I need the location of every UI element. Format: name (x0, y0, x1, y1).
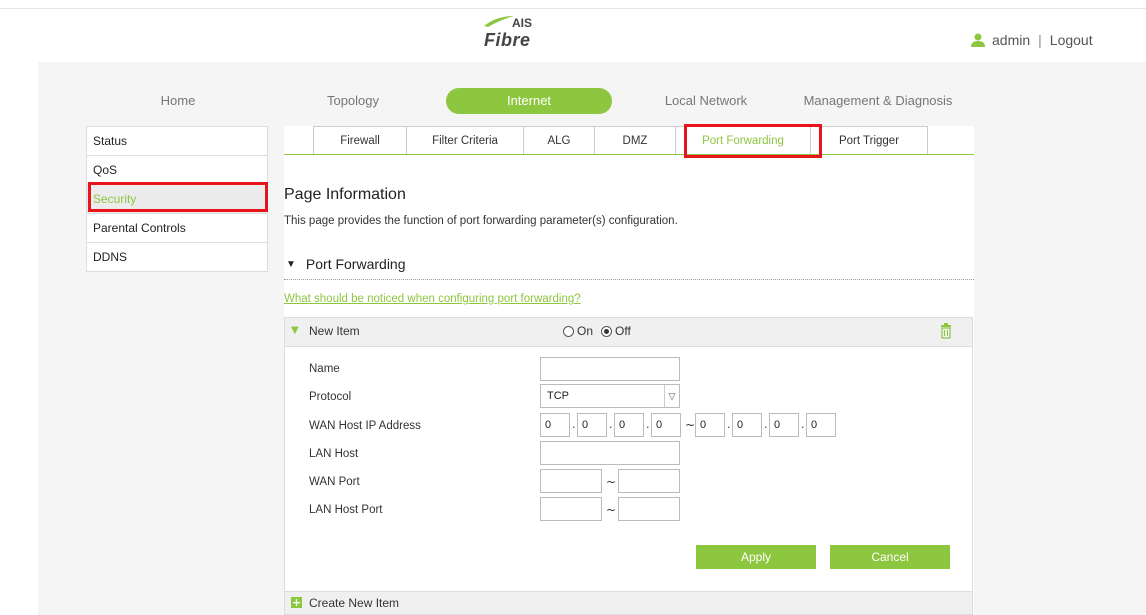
item-header: ▼ New Item On Off (285, 318, 972, 347)
range-separator: ~ (606, 503, 617, 517)
ip-dot: . (727, 418, 731, 431)
ip-dot: . (646, 418, 650, 431)
wan-port-end-input[interactable] (618, 469, 680, 493)
top-divider (0, 8, 1146, 9)
nav-topology[interactable]: Topology (293, 88, 413, 114)
user-separator: | (1038, 32, 1042, 48)
nav-home[interactable]: Home (118, 88, 238, 114)
lan-host-port-label: LAN Host Port (309, 504, 383, 516)
name-input[interactable] (540, 357, 680, 381)
range-separator: ~ (606, 475, 617, 489)
lan-host-label: LAN Host (309, 448, 359, 460)
ip-dot: . (572, 418, 576, 431)
tab-port-trigger[interactable]: Port Trigger (811, 126, 928, 155)
subtab-bar: Firewall Filter Criteria ALG DMZ Port Fo… (313, 126, 928, 155)
nav-internet[interactable]: Internet (446, 88, 612, 114)
logo-swoosh-icon (484, 16, 514, 27)
wan-ip-label: WAN Host IP Address (309, 420, 421, 432)
section-header[interactable]: ▼ Port Forwarding (286, 256, 406, 272)
page-title: Page Information (284, 186, 406, 203)
logout-link[interactable]: Logout (1050, 32, 1093, 48)
sidebar-item-qos[interactable]: QoS (86, 156, 268, 185)
item-title: New Item (309, 324, 360, 338)
notice-link[interactable]: What should be noticed when configuring … (284, 293, 581, 305)
radio-off-label: Off (615, 324, 631, 338)
range-separator: ~ (685, 418, 696, 432)
user-icon (971, 33, 985, 47)
radio-on-label: On (577, 324, 594, 338)
page-description: This page provides the function of port … (284, 215, 678, 227)
section-divider (284, 279, 974, 280)
wan-port-label: WAN Port (309, 476, 360, 488)
expand-triangle-icon[interactable]: ▼ (291, 325, 299, 336)
nav-local-network[interactable]: Local Network (646, 88, 766, 114)
plus-icon: + (291, 596, 302, 609)
cancel-button[interactable]: Cancel (830, 545, 950, 569)
lan-port-start-input[interactable] (540, 497, 602, 521)
logo-fibre-text: Fibre (484, 30, 531, 50)
wan-ip-end-octet-2[interactable]: 0 (732, 413, 762, 437)
wan-ip-end-octet-3[interactable]: 0 (769, 413, 799, 437)
ip-dot: . (609, 418, 613, 431)
tab-alg[interactable]: ALG (524, 126, 595, 155)
port-forwarding-highlight-box (684, 124, 822, 158)
wan-ip-start-octet-1[interactable]: 0 (540, 413, 570, 437)
wan-ip-end-octet-4[interactable]: 0 (806, 413, 836, 437)
tab-filter-criteria[interactable]: Filter Criteria (407, 126, 524, 155)
protocol-select[interactable]: TCP ▽ (540, 384, 680, 408)
wan-ip-end-octet-1[interactable]: 0 (695, 413, 725, 437)
ip-dot: . (764, 418, 768, 431)
protocol-value: TCP (547, 390, 569, 402)
sidebar-item-parental-controls[interactable]: Parental Controls (86, 214, 268, 243)
tab-firewall[interactable]: Firewall (313, 126, 407, 155)
nav-management-diagnosis[interactable]: Management & Diagnosis (793, 88, 963, 114)
wan-ip-start-octet-4[interactable]: 0 (651, 413, 681, 437)
port-forwarding-item: ▼ New Item On Off Name Protocol TCP ▽ WA… (284, 317, 973, 592)
protocol-label: Protocol (309, 391, 352, 403)
wan-ip-start-octet-2[interactable]: 0 (577, 413, 607, 437)
sidebar-item-status[interactable]: Status (86, 126, 268, 156)
tab-dmz[interactable]: DMZ (595, 126, 676, 155)
radio-on[interactable] (563, 325, 574, 337)
user-area: admin | Logout (970, 32, 1093, 48)
name-label: Name (309, 363, 340, 375)
security-highlight-box (88, 182, 268, 212)
apply-button[interactable]: Apply (696, 545, 816, 569)
ip-dot: . (801, 418, 805, 431)
sidebar-item-ddns[interactable]: DDNS (86, 243, 268, 272)
lan-host-input[interactable] (540, 441, 680, 465)
trash-icon[interactable] (940, 323, 952, 339)
logo-ais-text: AIS (512, 16, 533, 30)
collapse-triangle-icon: ▼ (286, 258, 296, 270)
enable-radio-group: On Off (563, 324, 639, 338)
subtab-underline (284, 154, 974, 155)
create-new-item-label: Create New Item (309, 596, 400, 610)
radio-off[interactable] (601, 325, 613, 337)
lan-port-end-input[interactable] (618, 497, 680, 521)
create-new-item[interactable]: + Create New Item (284, 592, 973, 615)
ais-fibre-logo[interactable]: AIS Fibre (474, 14, 554, 56)
chevron-down-icon: ▽ (664, 385, 679, 407)
wan-port-start-input[interactable] (540, 469, 602, 493)
wan-ip-start-octet-3[interactable]: 0 (614, 413, 644, 437)
section-title: Port Forwarding (305, 256, 406, 272)
username: admin (992, 32, 1031, 48)
